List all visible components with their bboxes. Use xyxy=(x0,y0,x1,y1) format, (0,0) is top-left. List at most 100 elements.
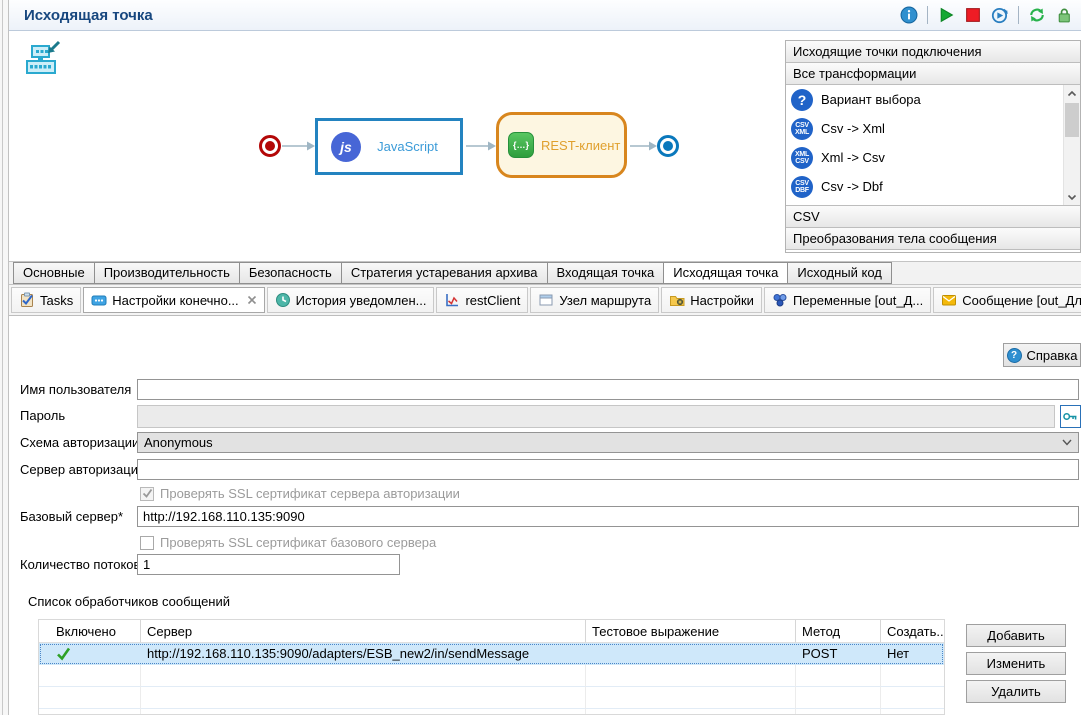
refresh-icon[interactable] xyxy=(1028,6,1046,24)
view-tab-label: Tasks xyxy=(40,293,73,308)
palette-group-csv[interactable]: CSV xyxy=(786,206,1080,228)
csv-dbf-icon: CSVDBF xyxy=(791,176,813,198)
javascript-node[interactable]: js JavaScript xyxy=(315,118,463,175)
password-label: Пароль xyxy=(20,405,65,426)
flow-start-node[interactable] xyxy=(259,135,281,157)
password-field xyxy=(137,405,1055,428)
view-tab-tasks[interactable]: Tasks xyxy=(11,287,81,313)
tab-security[interactable]: Безопасность xyxy=(239,262,342,284)
left-trim[interactable] xyxy=(0,0,9,715)
handler-test-expression-cell xyxy=(586,643,796,665)
view-tab-label: Переменные [out_Д... xyxy=(793,293,923,308)
view-tab-route-node[interactable]: Узел маршрута xyxy=(530,287,659,313)
ssl-base-checkbox[interactable] xyxy=(140,536,154,550)
javascript-icon: js xyxy=(331,132,361,162)
palette-item-csv-xml[interactable]: CSVXML Csv -> Xml xyxy=(786,114,1067,143)
stop-icon[interactable] xyxy=(964,6,982,24)
info-icon[interactable] xyxy=(900,6,918,24)
message-icon xyxy=(941,292,957,308)
username-field[interactable] xyxy=(137,379,1079,400)
view-tab-endpoint-settings[interactable]: Настройки конечно... xyxy=(83,287,264,313)
column-header-create[interactable]: Создать... xyxy=(881,620,944,643)
view-tab-variables[interactable]: Переменные [out_Д... xyxy=(764,287,931,313)
column-header-enabled[interactable]: Включено xyxy=(39,620,141,643)
route-node-icon xyxy=(538,292,554,308)
editor-tab-bar: Основные Производительность Безопасность… xyxy=(9,262,1081,285)
endpoint-settings-icon xyxy=(91,292,107,308)
ssl-auth-checkbox-label: Проверять SSL сертификат сервера авториз… xyxy=(160,486,460,501)
password-key-button[interactable] xyxy=(1060,405,1081,428)
auth-scheme-select[interactable]: Anonymous xyxy=(137,432,1079,453)
ssl-auth-checkbox-row: Проверять SSL сертификат сервера авториз… xyxy=(140,486,460,501)
help-button-label: Справка xyxy=(1027,348,1078,363)
handlers-section-title: Список обработчиков сообщений xyxy=(28,594,230,609)
palette-group-body-transforms[interactable]: Преобразования тела сообщения xyxy=(786,228,1080,250)
variables-icon xyxy=(772,292,788,308)
view-tab-restclient[interactable]: restClient xyxy=(436,287,528,313)
palette-group-outgoing-endpoints[interactable]: Исходящие точки подключения xyxy=(786,41,1080,63)
view-tab-settings[interactable]: Настройки xyxy=(661,287,762,313)
palette-item-label: Xml -> Csv xyxy=(821,150,885,165)
handler-row-empty[interactable] xyxy=(39,687,944,709)
handler-row-empty[interactable] xyxy=(39,709,944,715)
rest-client-node-label: REST-клиент xyxy=(541,138,620,153)
flow-end-node[interactable] xyxy=(657,135,679,157)
palette-item-dbf-csv[interactable]: DBFCSV Dbf -> Csv xyxy=(786,201,1067,206)
palette-item-csv-dbf[interactable]: CSVDBF Csv -> Dbf xyxy=(786,172,1067,201)
scroll-up-icon[interactable] xyxy=(1066,88,1078,100)
palette-scrollbar[interactable] xyxy=(1063,85,1080,206)
handler-server-cell: http://192.168.110.135:9090/adapters/ESB… xyxy=(141,643,586,665)
tab-source-code[interactable]: Исходный код xyxy=(787,262,892,284)
tab-archive-strategy[interactable]: Стратегия устаревания архива xyxy=(341,262,548,284)
palette-item-variant[interactable]: ? Вариант выбора xyxy=(786,85,1067,114)
run-icon[interactable] xyxy=(937,6,955,24)
tab-incoming-point[interactable]: Входящая точка xyxy=(547,262,665,284)
close-icon[interactable] xyxy=(247,295,257,305)
ssl-base-checkbox-row: Проверять SSL сертификат базового сервер… xyxy=(140,535,436,550)
base-server-field[interactable] xyxy=(137,506,1079,527)
username-label: Имя пользователя xyxy=(20,379,131,400)
help-icon: ? xyxy=(1007,348,1022,363)
delete-button[interactable]: Удалить xyxy=(966,680,1066,703)
lock-icon[interactable] xyxy=(1055,6,1073,24)
help-button[interactable]: ? Справка xyxy=(1003,343,1081,367)
handler-row-empty[interactable] xyxy=(39,665,944,687)
endpoint-settings-form: ? Справка Имя пользователя Пароль Схема … xyxy=(9,316,1081,715)
view-tab-label: Настройки xyxy=(690,293,754,308)
view-tab-message[interactable]: Сообщение [out_Дл... xyxy=(933,287,1081,313)
tab-performance[interactable]: Производительность xyxy=(94,262,240,284)
page-title: Исходящая точка xyxy=(24,7,153,24)
header-toolbar xyxy=(900,6,1073,24)
handler-enabled-cell xyxy=(39,643,141,665)
toolbar-separator xyxy=(927,6,928,24)
view-tab-label: Узел маршрута xyxy=(559,293,651,308)
tab-main[interactable]: Основные xyxy=(13,262,95,284)
tasks-icon xyxy=(19,292,35,308)
view-tab-notification-history[interactable]: История уведомлен... xyxy=(267,287,435,313)
palette-group-all-transforms[interactable]: Все трансформации xyxy=(786,63,1080,85)
column-header-method[interactable]: Метод xyxy=(796,620,881,643)
column-header-server[interactable]: Сервер xyxy=(141,620,586,643)
resume-icon[interactable] xyxy=(991,6,1009,24)
ssl-base-checkbox-label: Проверять SSL сертификат базового сервер… xyxy=(160,535,436,550)
palette-item-xml-csv[interactable]: XMLCSV Xml -> Csv xyxy=(786,143,1067,172)
xml-csv-icon: XMLCSV xyxy=(791,147,813,169)
add-button[interactable]: Добавить xyxy=(966,624,1066,647)
handlers-table-header: Включено Сервер Тестовое выражение Метод… xyxy=(39,620,944,643)
handler-method-cell: POST xyxy=(796,643,881,665)
auth-server-field[interactable] xyxy=(137,459,1079,480)
auth-scheme-value: Anonymous xyxy=(144,435,213,450)
tab-outgoing-point[interactable]: Исходящая точка xyxy=(663,262,788,284)
column-header-test-expression[interactable]: Тестовое выражение xyxy=(586,620,796,643)
scrollbar-thumb[interactable] xyxy=(1065,103,1079,137)
rest-client-node[interactable]: {…} REST-клиент xyxy=(496,112,627,178)
base-server-label: Базовый сервер* xyxy=(20,506,123,527)
scroll-down-icon[interactable] xyxy=(1066,191,1078,203)
transforms-palette: Исходящие точки подключения Все трансфор… xyxy=(785,40,1081,253)
toolbar-separator xyxy=(1018,6,1019,24)
threads-field[interactable] xyxy=(137,554,400,575)
app-window: Исходящая точка xyxy=(0,0,1081,715)
handler-row-selected[interactable]: http://192.168.110.135:9090/adapters/ESB… xyxy=(39,643,944,665)
flow-canvas[interactable]: js JavaScript {…} REST-клиент Исходящие … xyxy=(9,31,1081,262)
edit-button[interactable]: Изменить xyxy=(966,652,1066,675)
